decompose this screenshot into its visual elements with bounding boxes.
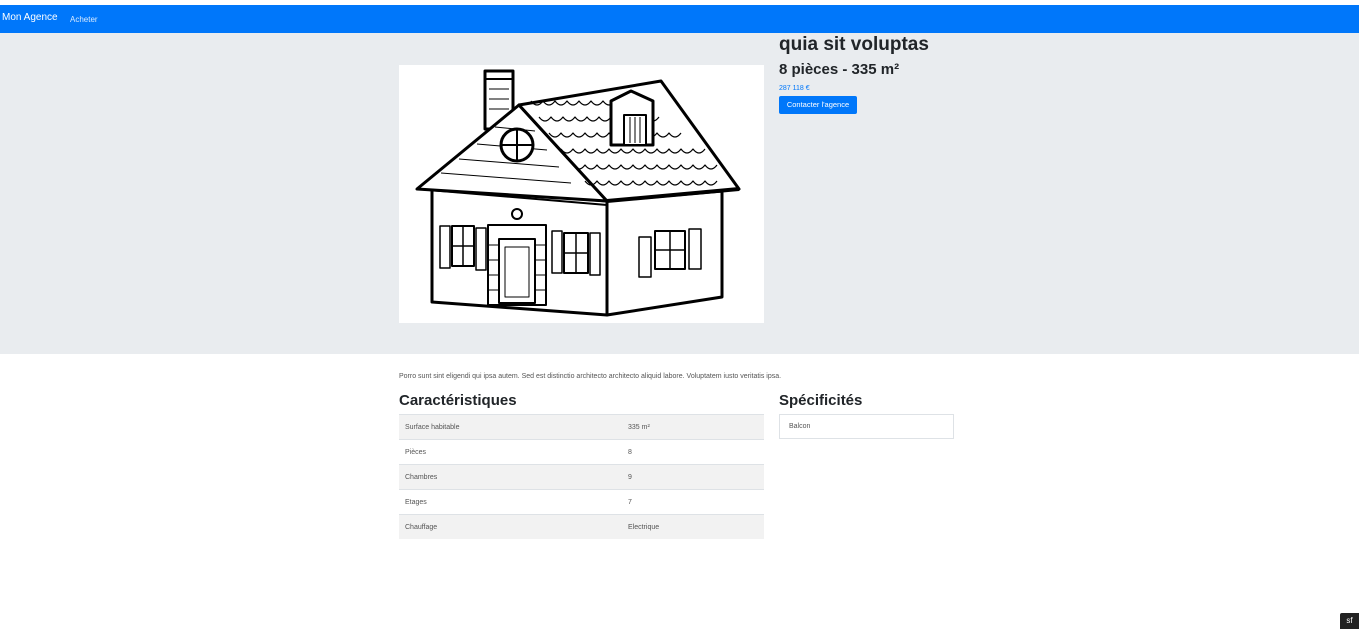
characteristic-value: 335 m² [628, 414, 764, 440]
symfony-icon[interactable]: sf [1340, 613, 1359, 629]
characteristic-value: 8 [628, 439, 764, 465]
property-description: Porro sunt sint eligendi qui ipsa autem.… [399, 373, 782, 380]
table-row: Surface habitable 335 m² [399, 414, 764, 440]
table-row: Chauffage Electrique [399, 514, 764, 539]
brand-link[interactable]: Mon Agence [2, 12, 58, 23]
property-title: quia sit voluptas [779, 34, 929, 55]
characteristic-label: Pièces [399, 439, 628, 465]
property-subtitle: 8 pièces - 335 m² [779, 61, 900, 78]
characteristic-label: Etages [399, 489, 628, 515]
house-illustration-icon [415, 69, 741, 317]
property-hero [0, 33, 1359, 354]
list-item: Balcon [779, 414, 954, 439]
table-row: Etages 7 [399, 489, 764, 515]
characteristic-label: Surface habitable [399, 414, 628, 440]
table-row: Pièces 8 [399, 439, 764, 465]
nav-link-acheter[interactable]: Acheter [70, 15, 98, 24]
specifics-list: Balcon [779, 414, 954, 439]
characteristic-value: 7 [628, 489, 764, 515]
contact-agency-button[interactable]: Contacter l'agence [779, 96, 857, 114]
characteristics-heading: Caractéristiques [399, 392, 517, 409]
table-row: Chambres 9 [399, 464, 764, 490]
property-price: 287 118 € [779, 85, 810, 92]
characteristics-table: Surface habitable 335 m² Pièces 8 Chambr… [399, 414, 764, 539]
characteristic-label: Chambres [399, 464, 628, 490]
characteristic-value: 9 [628, 464, 764, 490]
house-image [399, 65, 764, 323]
characteristic-value: Electrique [628, 514, 764, 539]
characteristic-label: Chauffage [399, 514, 628, 539]
navbar: Mon Agence Acheter [0, 5, 1359, 33]
specifics-heading: Spécificités [779, 392, 863, 409]
